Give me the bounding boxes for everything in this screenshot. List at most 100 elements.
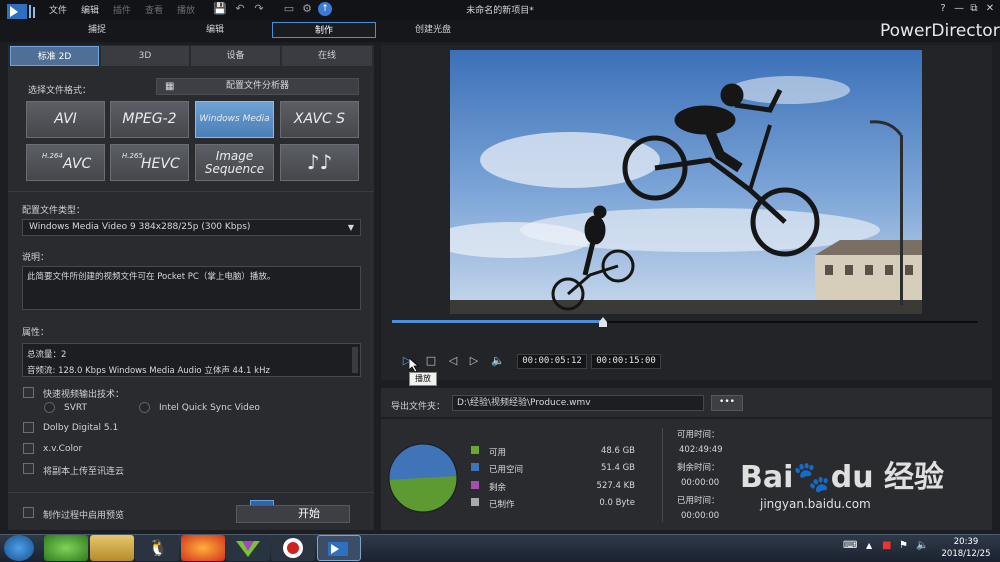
divider <box>8 492 374 493</box>
export-path-input[interactable]: D:\经验\视频经验\Produce.wmv <box>452 395 704 411</box>
gear-icon[interactable]: ⚙ <box>300 2 314 16</box>
menu-view[interactable]: 查看 <box>145 3 163 16</box>
fast-render-checkbox[interactable] <box>23 387 34 398</box>
format-mpeg2-button[interactable]: MPEG-2 <box>110 101 189 138</box>
format-audio-button[interactable]: ♪♪ <box>280 144 359 181</box>
undo-icon[interactable]: ↶ <box>233 2 247 16</box>
previous-frame-icon[interactable]: ◁ <box>446 354 460 368</box>
tab-capture[interactable]: 捕捉 <box>68 22 126 38</box>
profile-type-label: 配置文件类型： <box>22 206 86 216</box>
music-notes-icon: ♪♪ <box>306 150 333 174</box>
format-windows-media-button[interactable]: Windows Media <box>195 101 274 138</box>
chevron-down-icon: ▼ <box>347 223 354 232</box>
format-sup: H.264 <box>42 152 63 160</box>
subtab-online[interactable]: 在线 <box>282 46 372 66</box>
format-label: AVI <box>54 111 77 127</box>
format-label: AVC <box>63 156 92 172</box>
format-image-sequence-button[interactable]: Image Sequence <box>195 144 274 181</box>
svrt-radio[interactable] <box>44 402 55 413</box>
tray-volume-icon[interactable]: 🔈 <box>916 540 928 551</box>
tab-produce[interactable]: 制作 <box>272 22 376 38</box>
taskbar-powerdirector-icon[interactable] <box>317 535 361 561</box>
tray-flag-icon[interactable]: ⚑ <box>899 540 908 551</box>
format-label: XAVC S <box>293 111 346 127</box>
baidu-watermark-logo: Bai🐾du 经验 <box>740 460 945 495</box>
brand-name: PowerDirector <box>880 21 1000 41</box>
properties-scrollbar[interactable] <box>352 347 358 373</box>
format-avc-button[interactable]: H.264 AVC <box>26 144 105 181</box>
powerdirector-window: 文件 编辑 插件 查看 播放 💾 ↶ ↷ ▭ ⚙ ↑ 未命名的新项目* ? — … <box>0 0 1000 562</box>
format-xavcs-button[interactable]: XAVC S <box>280 101 359 138</box>
menu-plugins[interactable]: 插件 <box>113 3 131 16</box>
taskbar-clock[interactable]: 20:39 2018/12/25 <box>935 536 997 560</box>
profile-type-value: Windows Media Video 9 384x288/25p (300 K… <box>29 222 251 232</box>
fast-render-label: 快速视频输出技术： <box>43 390 125 400</box>
start-orb-icon[interactable] <box>4 535 34 561</box>
redo-icon[interactable]: ↷ <box>252 2 266 16</box>
browse-button[interactable]: ••• <box>711 395 743 411</box>
legend-remaining-value: 527.4 KB <box>596 481 635 491</box>
help-button[interactable]: ? <box>936 2 950 16</box>
enable-preview-checkbox[interactable] <box>23 507 34 518</box>
restore-button[interactable]: ⧉ <box>967 2 981 16</box>
save-icon[interactable]: 💾 <box>213 2 227 16</box>
menu-playback[interactable]: 播放 <box>177 3 195 16</box>
start-button[interactable]: 开始 <box>236 505 350 523</box>
next-frame-icon[interactable]: ▷ <box>467 354 481 368</box>
baidu-watermark-url: jingyan.baidu.com <box>760 497 871 511</box>
taskbar-explorer-icon[interactable] <box>90 535 134 561</box>
subtab-standard-2d[interactable]: 标准 2D <box>10 46 99 66</box>
format-avi-button[interactable]: AVI <box>26 101 105 138</box>
volume-icon[interactable]: 🔈 <box>491 354 505 368</box>
legend-available-value: 48.6 GB <box>600 446 635 456</box>
xvcolor-checkbox[interactable] <box>23 443 34 454</box>
taskbar-recorder-icon[interactable] <box>271 535 315 561</box>
taskbar-video-editor-icon[interactable] <box>226 535 270 561</box>
menu-file[interactable]: 文件 <box>49 3 67 16</box>
used-time-label: 已用时间： <box>677 496 720 506</box>
properties-box: 总流量：2 音频流: 128.0 Kbps Windows Media Audi… <box>22 343 361 377</box>
start-label: 开始 <box>298 507 320 520</box>
available-time-value: 402:49:49 <box>679 445 723 455</box>
keyboard-icon[interactable]: ⌨ <box>843 540 857 551</box>
subtab-3d[interactable]: 3D <box>101 46 189 66</box>
format-label: MPEG-2 <box>122 111 177 127</box>
play-tooltip: 播放 <box>409 372 437 386</box>
description-text: 此简要文件所创建的视频文件可在 Pocket PC（掌上电脑）播放。 <box>27 272 276 282</box>
subtab-device[interactable]: 设备 <box>191 46 280 66</box>
total-timecode: 00:00:15:00 <box>591 354 661 369</box>
legend-available-label: 可用 <box>489 448 507 458</box>
description-box: 此简要文件所创建的视频文件可在 Pocket PC（掌上电脑）播放。 <box>22 266 361 310</box>
taskbar-qq-icon[interactable]: 🐧 <box>135 535 179 561</box>
tray-chevron-icon[interactable]: ▲ <box>866 541 872 550</box>
legend-remaining-swatch <box>471 481 479 489</box>
intel-qsv-radio[interactable] <box>139 402 150 413</box>
stop-icon[interactable]: □ <box>424 354 438 368</box>
menu-edit[interactable]: 编辑 <box>81 3 99 16</box>
legend-remaining-label: 剩余 <box>489 483 507 493</box>
preview-video-frame <box>450 50 922 314</box>
tray-app-icon[interactable]: ■ <box>882 540 891 551</box>
profile-analyzer-label: 配置文件分析器 <box>225 81 289 91</box>
preview-progress-fill <box>392 320 603 323</box>
remaining-time-value: 00:00:00 <box>681 478 720 488</box>
tab-create-disc[interactable]: 创建光盘 <box>400 22 466 38</box>
profile-type-select[interactable]: Windows Media Video 9 384x288/25p (300 K… <box>22 219 361 236</box>
format-hevc-button[interactable]: H.265 HEVC <box>110 144 189 181</box>
divider <box>662 428 663 522</box>
minimize-button[interactable]: — <box>952 2 966 16</box>
main-tabs-bar <box>0 20 1000 42</box>
bubble-icon[interactable]: ▭ <box>282 2 296 16</box>
scrub-handle[interactable] <box>598 317 608 327</box>
upload-cloud-checkbox[interactable] <box>23 463 34 474</box>
remaining-time-label: 剩余时间： <box>677 463 720 473</box>
tab-edit[interactable]: 编辑 <box>186 22 244 38</box>
taskbar-firefox-icon[interactable] <box>181 535 225 561</box>
dolby-checkbox[interactable] <box>23 422 34 433</box>
taskbar-app-360-icon[interactable] <box>44 535 88 561</box>
current-timecode: 00:00:05:12 <box>517 354 587 369</box>
disk-usage-pie <box>388 443 458 513</box>
update-icon[interactable]: ↑ <box>318 2 332 16</box>
profile-analyzer-button[interactable]: ▦ 配置文件分析器 <box>156 78 359 95</box>
close-button[interactable]: ✕ <box>983 2 997 16</box>
